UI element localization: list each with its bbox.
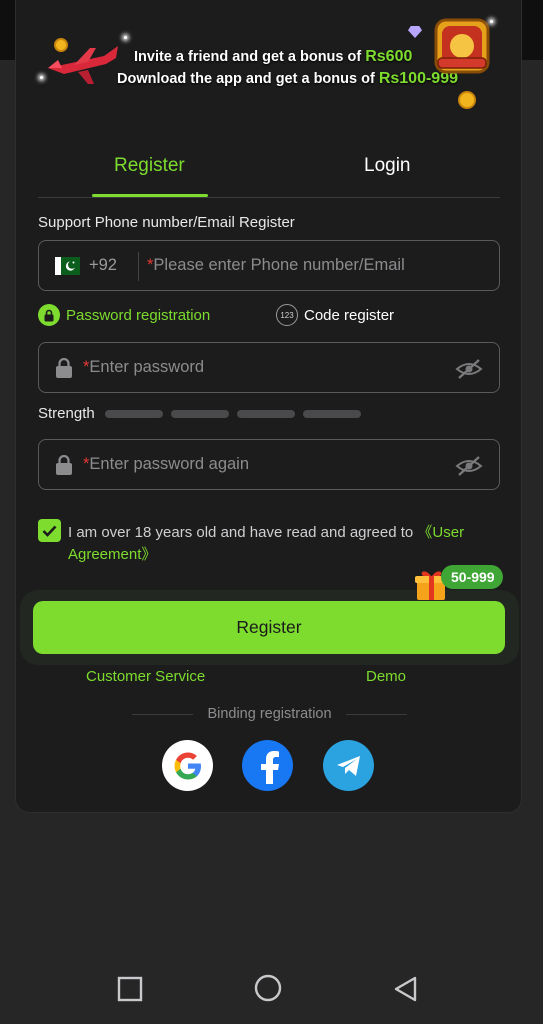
strength-bar <box>236 409 295 418</box>
divider-line <box>132 713 194 715</box>
google-icon <box>174 752 201 779</box>
register-card: Invite a friend and get a bonus of Rs600… <box>15 0 522 813</box>
eye-off-icon[interactable] <box>455 455 483 477</box>
divider-line <box>345 713 408 715</box>
support-label: Support Phone number/Email Register <box>38 214 295 231</box>
strength-meter <box>104 409 361 418</box>
country-code[interactable]: +92 <box>89 256 117 275</box>
password-strength: Strength <box>38 405 361 422</box>
customer-service-link[interactable]: Customer Service <box>86 668 205 685</box>
agreement-text: I am over 18 years old and have read and… <box>68 522 498 566</box>
diamond-icon <box>408 26 422 38</box>
password-input[interactable]: *Enter password <box>83 358 204 377</box>
system-navigation-bar <box>0 950 543 1024</box>
bonus-badge: 50-999 <box>441 565 503 589</box>
strength-label: Strength <box>38 405 95 422</box>
password-registration-label: Password registration <box>66 306 211 324</box>
password-registration-option[interactable]: Password registration <box>38 304 210 326</box>
strength-bar <box>170 409 229 418</box>
confirm-password-placeholder: Enter password again <box>89 455 250 473</box>
pakistan-flag-icon[interactable] <box>55 257 80 275</box>
binding-registration-label: Binding registration <box>207 706 332 722</box>
sparkle-icon <box>124 36 127 39</box>
auth-tabs: Register Login <box>38 145 500 198</box>
banner-line-download: Download the app and get a bonus of Rs10… <box>117 70 458 88</box>
password-placeholder: Enter password <box>89 358 205 376</box>
facebook-icon <box>260 750 279 784</box>
telegram-icon <box>336 755 360 776</box>
code-register-option[interactable]: 123 Code register <box>276 304 394 326</box>
banner-line-invite: Invite a friend and get a bonus of Rs600 <box>134 48 412 66</box>
eye-off-icon[interactable] <box>455 358 483 380</box>
lock-icon <box>56 358 72 378</box>
facebook-login-button[interactable] <box>242 740 293 791</box>
sparkle-icon <box>490 20 493 23</box>
register-button[interactable]: Register <box>33 601 505 654</box>
tab-login[interactable]: Login <box>364 155 411 177</box>
phone-email-placeholder: Please enter Phone number/Email <box>153 256 405 274</box>
banner-download-text: Download the app and get a bonus of <box>117 71 375 87</box>
password-field[interactable]: *Enter password <box>38 342 500 393</box>
registration-mode-row: Password registration 123 Code register <box>38 304 500 329</box>
demo-link[interactable]: Demo <box>366 668 406 685</box>
lock-badge-icon <box>38 304 60 326</box>
active-tab-indicator <box>92 194 208 197</box>
tab-register[interactable]: Register <box>114 155 185 177</box>
recent-apps-icon[interactable] <box>117 976 143 1002</box>
code-register-label: Code register <box>304 306 395 324</box>
checkmark-icon <box>42 525 57 537</box>
coin-icon <box>54 38 68 52</box>
banner-invite-amount: Rs600 <box>365 48 413 65</box>
banner-invite-text: Invite a friend and get a bonus of <box>134 49 362 65</box>
confirm-password-input[interactable]: *Enter password again <box>83 455 249 474</box>
phone-email-input[interactable]: *Please enter Phone number/Email <box>147 256 405 275</box>
back-icon[interactable] <box>393 976 419 1002</box>
field-divider <box>138 252 139 281</box>
google-login-button[interactable] <box>162 740 213 791</box>
agreement-statement: I am over 18 years old and have read and… <box>68 524 418 541</box>
phone-email-field[interactable]: +92 *Please enter Phone number/Email <box>38 240 500 291</box>
home-icon[interactable] <box>254 974 282 1002</box>
binding-registration-divider: Binding registration <box>132 706 408 722</box>
coin-icon <box>458 91 476 109</box>
strength-bar <box>302 409 361 418</box>
promo-banner[interactable]: Invite a friend and get a bonus of Rs600… <box>16 0 523 120</box>
sparkle-icon <box>40 76 43 79</box>
confirm-password-field[interactable]: *Enter password again <box>38 439 500 490</box>
strength-bar <box>104 409 163 418</box>
slot-wheel-icon <box>434 18 490 74</box>
lock-icon <box>56 455 72 475</box>
telegram-login-button[interactable] <box>323 740 374 791</box>
code-123-icon: 123 <box>276 304 298 326</box>
agreement-checkbox[interactable] <box>38 519 61 542</box>
